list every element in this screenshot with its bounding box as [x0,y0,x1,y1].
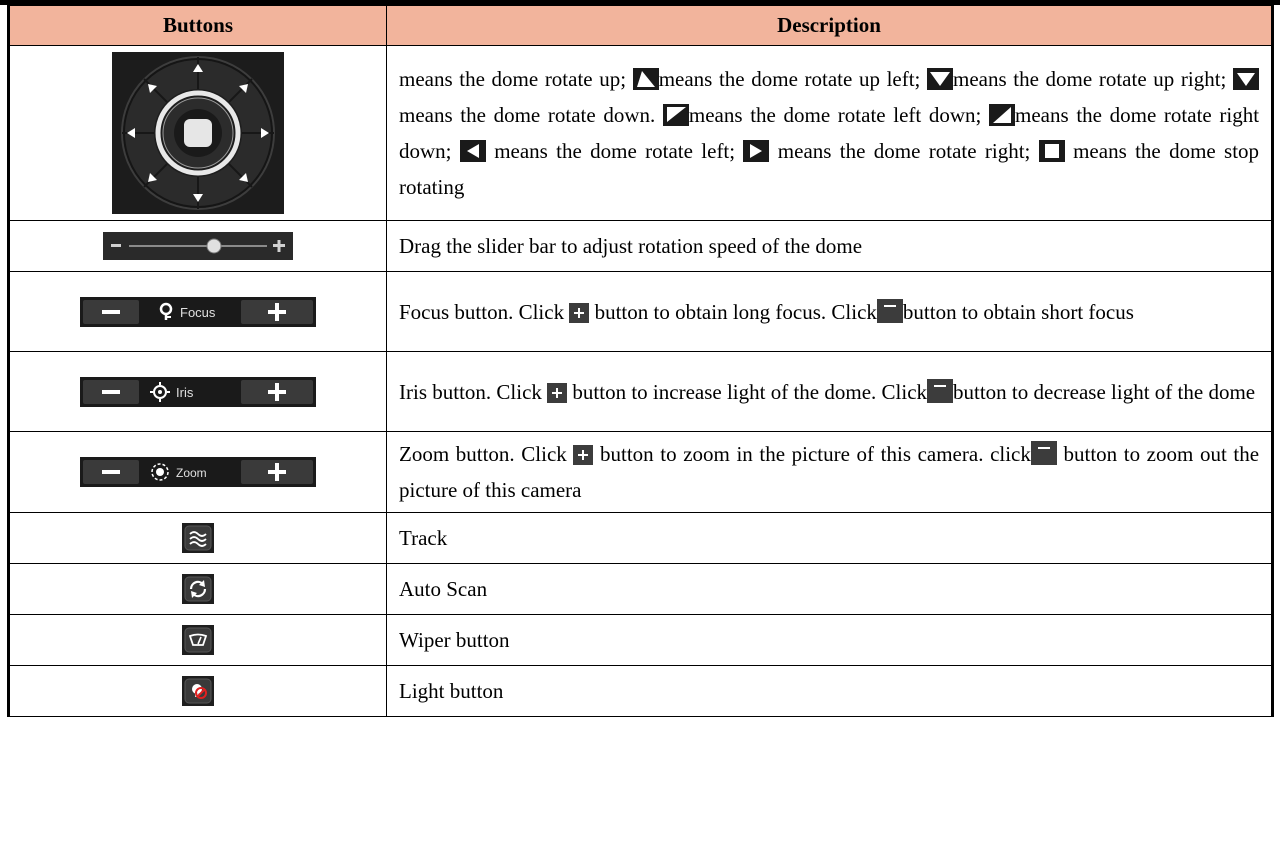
ptz-text-left-down: means the dome rotate left down; [688,103,982,127]
right-arrow-icon [743,140,770,162]
down-arrow-icon [1233,68,1259,90]
focus-control-icon: Focus [80,296,316,327]
auto-scan-description: Auto Scan [386,563,1274,615]
iris-description: Iris button. Click button to increase li… [386,351,1274,432]
focus-text-2: button to obtain long focus. Click [594,299,877,324]
table-row-ptz: means the dome rotate up; means the dome… [7,45,1274,221]
ptz-text-down: means the dome rotate down. [399,103,656,127]
table-row-speed: Drag the slider bar to adjust rotation s… [7,220,1274,272]
table-row-light: Light button [7,665,1274,717]
header-buttons: Buttons [7,5,387,46]
track-description: Track [386,512,1274,564]
ptz-text-up-left: means the dome rotate up left; [658,67,921,91]
focus-cell: Focus [7,271,387,352]
minus-button-icon [876,298,903,323]
table-header-row: Buttons Description [7,5,1274,46]
zoom-description: Zoom button. Click button to zoom in the… [386,431,1274,513]
minus-button-icon [1030,441,1057,465]
stop-icon [1038,140,1065,162]
buttons-description-table: Buttons Description means the dome rotat… [7,5,1274,717]
auto-scan-cell [7,563,387,615]
plus-button-icon [573,445,594,465]
speed-description: Drag the slider bar to adjust rotation s… [386,220,1274,272]
zoom-text-2: button to zoom in the picture of this ca… [600,442,984,466]
focus-text-3: button to obtain short focus [902,299,1134,324]
zoom-text-1: Zoom button. Click [399,442,567,466]
focus-description: Focus button. Click button to obtain lon… [386,271,1274,352]
focus-label: Focus [180,305,216,320]
zoom-cell: Zoom [7,431,387,513]
iris-text-3: button to decrease light of the dome [953,379,1256,404]
zoom-label: Zoom [176,466,207,480]
up-right-arrow-icon [927,68,954,90]
table-row-auto-scan: Auto Scan [7,563,1274,615]
ptz-direction-pad-icon [112,52,284,214]
speed-cell [7,220,387,272]
light-cell [7,665,387,717]
iris-text-1: Iris button. Click [399,379,542,404]
plus-button-icon [547,382,568,403]
iris-control-icon: Iris [80,376,316,407]
track-waves-icon [182,523,214,553]
light-description: Light button [386,665,1274,717]
iris-text-2: button to increase light of the dome. Cl… [572,379,928,404]
ptz-text-right: means the dome rotate right; [777,139,1031,163]
ptz-description: means the dome rotate up; means the dome… [386,45,1274,221]
left-arrow-icon [459,140,486,162]
wiper-icon [182,625,214,655]
table-row-focus: Focus Focus button. Click button to obta… [7,271,1274,352]
iris-label: Iris [176,385,194,400]
light-bulb-off-icon [182,676,214,706]
track-cell [7,512,387,564]
up-left-arrow-icon [632,68,659,90]
ptz-cell [7,45,387,221]
table-row-wiper: Wiper button [7,614,1274,666]
ptz-text-up-right: means the dome rotate up right; [953,67,1227,91]
wiper-description: Wiper button [386,614,1274,666]
left-down-arrow-icon [662,104,689,126]
ptz-text-up: means the dome rotate up; [399,67,627,91]
minus-button-icon [927,378,954,403]
table-row-iris: Iris Iris button. Click button to increa… [7,351,1274,432]
zoom-text-3: click [990,442,1031,466]
table-row-track: Track [7,512,1274,564]
zoom-control-icon: Zoom [80,457,316,487]
ptz-text-left: means the dome rotate left; [494,139,736,163]
auto-scan-refresh-icon [182,574,214,604]
table-row-zoom: Zoom Zoom button. Click button to zoom i… [7,431,1274,513]
header-description: Description [386,5,1274,46]
focus-text-1: Focus button. Click [399,299,565,324]
wiper-cell [7,614,387,666]
plus-button-icon [569,302,590,323]
speed-slider-icon [103,232,293,260]
right-down-arrow-icon [989,104,1016,126]
iris-cell: Iris [7,351,387,432]
